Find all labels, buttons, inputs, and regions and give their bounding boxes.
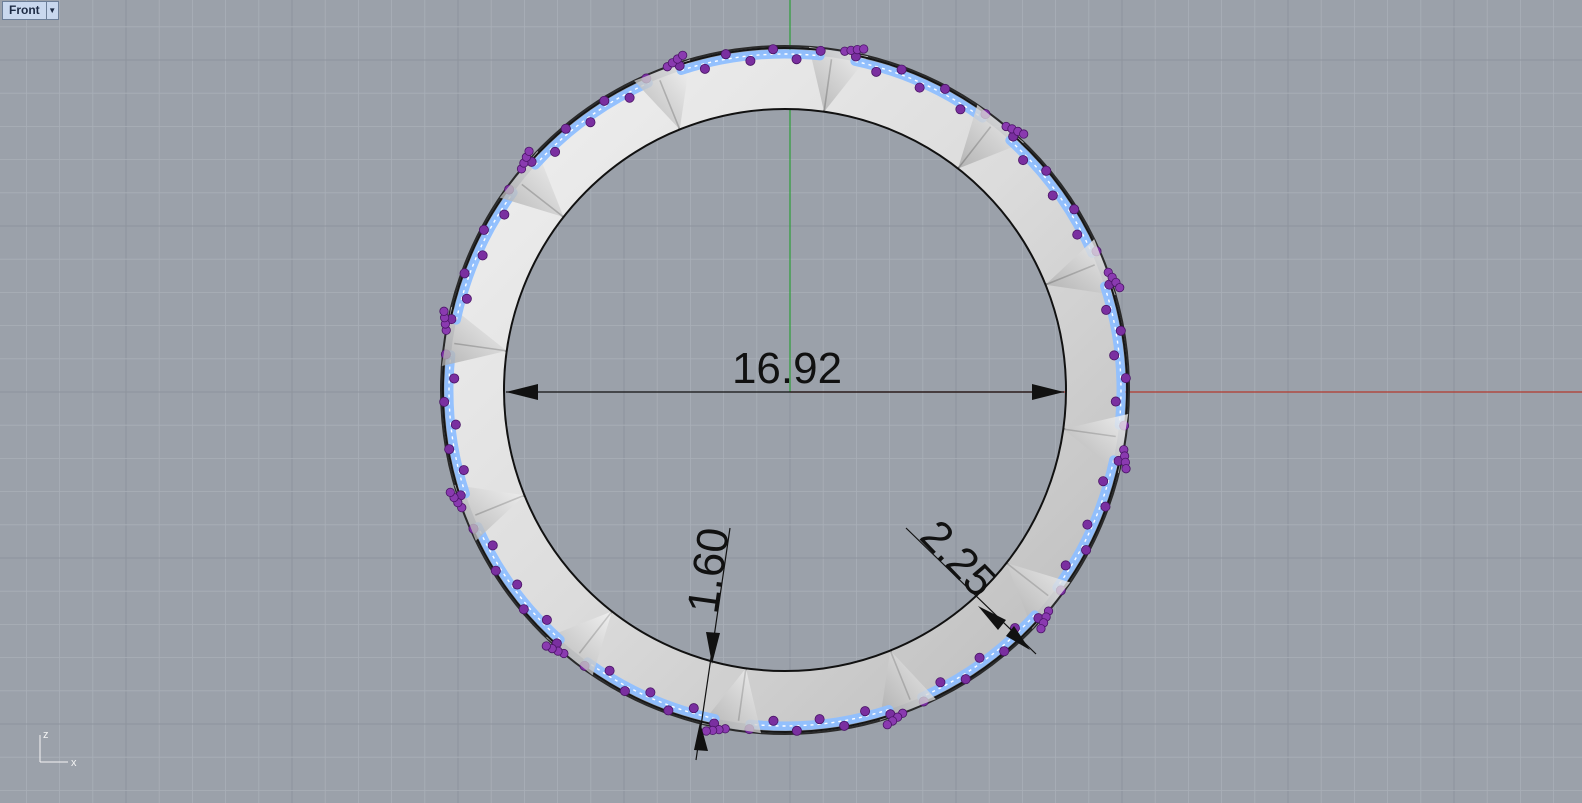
prong [599, 95, 610, 106]
prong [1072, 229, 1083, 240]
prong [896, 64, 907, 75]
prong [512, 579, 523, 590]
prong [815, 45, 826, 56]
prong-cluster [1115, 283, 1125, 293]
prong [487, 540, 498, 551]
prong [645, 687, 656, 698]
z-axis-label: z [43, 729, 49, 741]
prong [518, 604, 529, 615]
prong [459, 268, 470, 279]
prong [974, 652, 985, 663]
prong-cluster [1036, 624, 1046, 634]
prong-cluster [1019, 129, 1029, 139]
prong [619, 686, 630, 697]
prong [914, 82, 925, 93]
prong-cluster [439, 306, 449, 316]
prong-cluster [678, 50, 688, 60]
prong [720, 49, 731, 60]
prong [477, 250, 488, 261]
prong [1101, 304, 1112, 315]
viewport-canvas[interactable]: 16.921.60 2.25 z x [0, 0, 1582, 803]
prong [935, 677, 946, 688]
prong [768, 715, 779, 726]
prong-cluster [1121, 464, 1131, 474]
x-axis-label: x [71, 757, 77, 769]
prong [839, 720, 850, 731]
arrowhead [706, 632, 720, 664]
prong-cluster [882, 720, 892, 730]
prong [871, 66, 882, 77]
diameter-value: 16.92 [732, 344, 842, 393]
prong-cluster [859, 44, 869, 54]
prong [699, 63, 710, 74]
prong [550, 146, 561, 157]
prong [940, 83, 951, 94]
triangle-down-icon[interactable]: ▼ [45, 2, 58, 19]
prong [1100, 501, 1111, 512]
prong-cluster [524, 146, 534, 156]
prong [1109, 350, 1120, 361]
prong-cluster [701, 726, 711, 736]
prong [439, 396, 450, 407]
prong [1060, 560, 1071, 571]
arrowhead [694, 722, 708, 751]
arrowhead [1032, 384, 1064, 400]
prong [449, 373, 460, 384]
prong [960, 674, 971, 685]
viewport-name[interactable]: Front [3, 2, 46, 19]
prong [1098, 476, 1109, 487]
prong [458, 465, 469, 476]
front-viewport[interactable]: 16.92 1.60 2.25 z x Front ▼ [0, 0, 1582, 803]
prong [1082, 519, 1093, 530]
prong [688, 703, 699, 714]
prong [814, 714, 825, 725]
prong [624, 92, 635, 103]
prong [1110, 396, 1121, 407]
prong [604, 665, 615, 676]
prong [478, 224, 489, 235]
prong [955, 104, 966, 115]
prong [499, 209, 510, 220]
prong-cluster [445, 487, 455, 497]
prong [560, 123, 571, 134]
prong [999, 646, 1010, 657]
prong [745, 55, 756, 66]
prong [1081, 545, 1092, 556]
prong [450, 419, 461, 430]
prong [663, 705, 674, 716]
prong [444, 444, 455, 455]
prong [1018, 155, 1029, 166]
viewport-title-tab[interactable]: Front ▼ [2, 1, 59, 20]
prong [768, 44, 779, 55]
arrowhead [506, 384, 538, 400]
prong [791, 725, 802, 736]
prong [490, 565, 501, 576]
prong [585, 117, 596, 128]
prong [1041, 165, 1052, 176]
prong [1120, 373, 1131, 384]
prong [461, 293, 472, 304]
prong [860, 706, 871, 717]
thickness-value: 1.60 [678, 525, 738, 617]
prong [791, 54, 802, 65]
prong [1047, 190, 1058, 201]
prong [541, 614, 552, 625]
prong-cluster [541, 641, 551, 651]
axis-gizmo: z x [39, 729, 77, 769]
prong [1069, 204, 1080, 215]
prong [1115, 325, 1126, 336]
